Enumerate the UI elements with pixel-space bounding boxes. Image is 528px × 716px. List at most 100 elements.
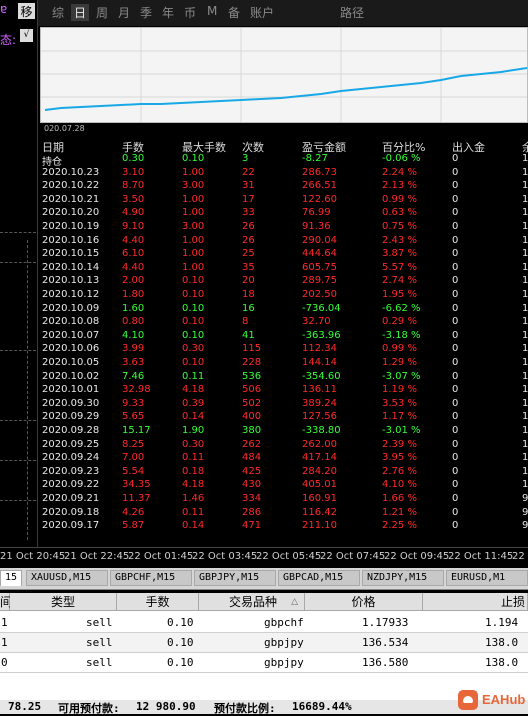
row-max-lots: 0.10 [182, 302, 205, 314]
day-stats-row[interactable]: 2020.10.01 32.98 4.18 506 136.11 1.19 % 0 1 [40, 384, 528, 397]
day-stats-row[interactable]: 2020.10.16 4.40 1.00 26 290.04 2.43 % 0 1 [40, 235, 528, 248]
tab-path[interactable]: 路径 [340, 4, 364, 21]
row-date: 2020.10.22 [42, 180, 100, 192]
row-pnl: 122.60 [302, 193, 337, 205]
row-pnl: -354.60 [302, 370, 341, 382]
day-stats-row[interactable]: 2020.10.22 8.70 3.00 31 266.51 2.13 % 0 1 [40, 180, 528, 193]
symbol-tab-eurusd[interactable]: EURUSD,M1 [446, 570, 528, 586]
row-max-lots: 0.10 [182, 357, 205, 368]
tab-m[interactable]: M [207, 4, 217, 18]
day-stats-row[interactable]: 2020.10.23 3.10 1.00 22 286.73 2.24 % 0 1 [40, 167, 528, 180]
symbol-tab-gbpjpy[interactable]: GBPJPY,M15 [194, 570, 276, 586]
order-id: 0 [1, 656, 8, 669]
row-percent: 2.13 % [382, 180, 417, 192]
row-max-lots: 0.30 [182, 343, 205, 355]
day-stats-row[interactable]: 2020.10.20 4.90 1.00 33 76.99 0.63 % 0 1 [40, 207, 528, 220]
row-date: 2020.10.05 [42, 357, 100, 368]
panel-highlight-cell[interactable]: 移 [18, 3, 35, 19]
row-date: 2020.10.08 [42, 316, 100, 328]
tab-monthly[interactable]: 月 [118, 4, 130, 21]
row-max-lots: 1.00 [182, 261, 205, 273]
row-lots: 3.10 [122, 166, 145, 178]
row-percent: 2.74 % [382, 275, 417, 287]
row-balance: 9 [522, 520, 528, 532]
day-stats-row[interactable]: 2020.09.23 5.54 0.18 425 284.20 2.76 % 0 1 [40, 466, 528, 479]
row-deposit-withdraw: 0 [452, 234, 459, 246]
row-pnl: 32.70 [302, 316, 331, 328]
day-stats-row[interactable]: 2020.10.05 3.63 0.10 228 144.14 1.29 % 0 1 [40, 357, 528, 370]
row-pnl: -338.80 [302, 425, 341, 436]
tab-notes[interactable]: 备 [228, 4, 240, 21]
row-lots: 5.87 [122, 520, 145, 532]
tab-overview[interactable]: 综 [52, 4, 64, 21]
row-max-lots: 1.00 [182, 248, 205, 260]
day-stats-row[interactable]: 2020.10.12 1.80 0.10 18 202.50 1.95 % 0 1 [40, 289, 528, 302]
symbol-tab-gbpcad[interactable]: GBPCAD,M15 [278, 570, 360, 586]
time-tick: 22 Oct 05:45 [256, 551, 322, 562]
tab-currency[interactable]: 币 [184, 4, 196, 21]
orders-col-type[interactable]: 类型 [10, 593, 117, 611]
orders-col-stoploss[interactable]: 止损 [423, 593, 528, 611]
order-row[interactable]: 0 sell 0.10 gbpjpy 136.580 138.0 [0, 653, 528, 673]
day-stats-row[interactable]: 2020.10.21 3.50 1.00 17 122.60 0.99 % 0 1 [40, 194, 528, 207]
row-lots: 5.54 [122, 465, 145, 477]
day-stats-row[interactable]: 2020.10.19 9.10 3.00 26 91.36 0.75 % 0 1 [40, 221, 528, 234]
row-max-lots: 0.10 [182, 153, 205, 164]
row-deposit-withdraw: 0 [452, 357, 459, 368]
day-stats-row[interactable]: 2020.10.09 1.60 0.10 16 -736.04 -6.62 % 0 1 [40, 303, 528, 316]
day-stats-row[interactable]: 2020.09.24 7.00 0.11 484 417.14 3.95 % 0 1 [40, 452, 528, 465]
symbol-tab-active[interactable]: 15 [0, 570, 22, 586]
day-stats-row[interactable]: 2020.10.07 4.10 0.10 41 -363.96 -3.18 % 0 1 [40, 330, 528, 343]
open-positions-row[interactable]: 持仓 0.30 0.10 3 -8.27 -0.06 % 0 1 [40, 153, 528, 168]
row-deposit-withdraw: 0 [452, 493, 459, 504]
symbol-tab-xauusd[interactable]: XAUUSD,M15 [26, 570, 108, 586]
row-deposit-withdraw: 0 [452, 425, 459, 436]
day-stats-row[interactable]: 2020.10.15 6.10 1.00 25 444.64 3.87 % 0 1 [40, 248, 528, 261]
orders-col-symbol[interactable]: 交易品种 △ [199, 593, 305, 611]
row-pnl: 389.24 [302, 397, 337, 409]
row-balance: 1 [522, 248, 528, 260]
symbol-tab-nzdjpy[interactable]: NZDJPY,M15 [362, 570, 444, 586]
order-row[interactable]: 1 sell 0.10 gbpchf 1.17933 1.194 [0, 613, 528, 633]
day-stats-row[interactable]: 2020.09.30 9.33 0.39 502 389.24 3.53 % 0 1 [40, 398, 528, 411]
day-stats-row[interactable]: 2020.09.18 4.26 0.11 286 116.42 1.21 % 0 9 [40, 507, 528, 520]
tab-daily[interactable]: 日 [71, 4, 90, 21]
day-stats-row[interactable]: 2020.10.06 3.99 0.30 115 112.34 0.99 % 0 1 [40, 343, 528, 356]
tab-weekly[interactable]: 周 [96, 4, 108, 21]
day-stats-row[interactable]: 2020.09.28 15.17 1.90 380 -338.80 -3.01 % 0 1 [40, 425, 528, 438]
symbol-tab-gbpchf[interactable]: GBPCHF,M15 [110, 570, 192, 586]
tab-yearly[interactable]: 年 [162, 4, 174, 21]
day-stats-row[interactable]: 2020.10.13 2.00 0.10 20 289.75 2.74 % 0 1 [40, 275, 528, 288]
day-stats-row[interactable]: 2020.10.08 0.80 0.10 8 32.70 0.29 % 0 1 [40, 316, 528, 329]
tab-quarterly[interactable]: 季 [140, 4, 152, 21]
row-balance: 1 [522, 166, 528, 178]
day-stats-row[interactable]: 2020.09.17 5.87 0.14 471 211.10 2.25 % 0 9 [40, 520, 528, 533]
tab-account[interactable]: 账户 [250, 4, 274, 21]
time-tick: 22 Oct 11:45 [448, 551, 514, 562]
row-max-lots: 0.11 [182, 370, 205, 382]
row-lots: 8.25 [122, 438, 145, 450]
day-stats-row[interactable]: 2020.10.02 7.46 0.11 536 -354.60 -3.07 % 0 1 [40, 371, 528, 384]
row-percent: 5.57 % [382, 261, 417, 273]
row-count: 33 [242, 207, 255, 219]
day-stats-row[interactable]: 2020.09.21 11.37 1.46 334 160.91 1.66 % 0 9 [40, 493, 528, 506]
orders-col-time[interactable]: 间 [0, 593, 12, 611]
day-stats-row[interactable]: 2020.09.25 8.25 0.30 262 262.00 2.39 % 0 1 [40, 439, 528, 452]
row-pnl: 136.11 [302, 384, 337, 396]
logo-text: EAHub [482, 692, 526, 707]
orders-col-lots[interactable]: 手数 [117, 593, 199, 611]
row-pnl: 202.50 [302, 289, 337, 300]
row-count: 25 [242, 248, 255, 260]
day-stats-row[interactable]: 2020.09.22 34.35 4.18 430 405.01 4.10 % 0 1 [40, 479, 528, 492]
order-row[interactable]: 1 sell 0.10 gbpjpy 136.534 138.0 [0, 633, 528, 653]
panel-checkbox[interactable]: √ [20, 29, 33, 42]
day-stats-row[interactable]: 2020.10.14 4.40 1.00 35 605.75 5.57 % 0 1 [40, 262, 528, 275]
row-deposit-withdraw: 0 [452, 316, 459, 328]
row-pnl: 144.14 [302, 357, 337, 368]
orders-col-price[interactable]: 价格 [305, 593, 423, 611]
day-stats-row[interactable]: 2020.09.29 5.65 0.14 400 127.56 1.17 % 0 1 [40, 411, 528, 424]
row-deposit-withdraw: 0 [452, 520, 459, 532]
time-tick: 22 Oct 09:45 [384, 551, 450, 562]
row-count: 8 [242, 316, 249, 328]
row-pnl: 417.14 [302, 452, 337, 464]
